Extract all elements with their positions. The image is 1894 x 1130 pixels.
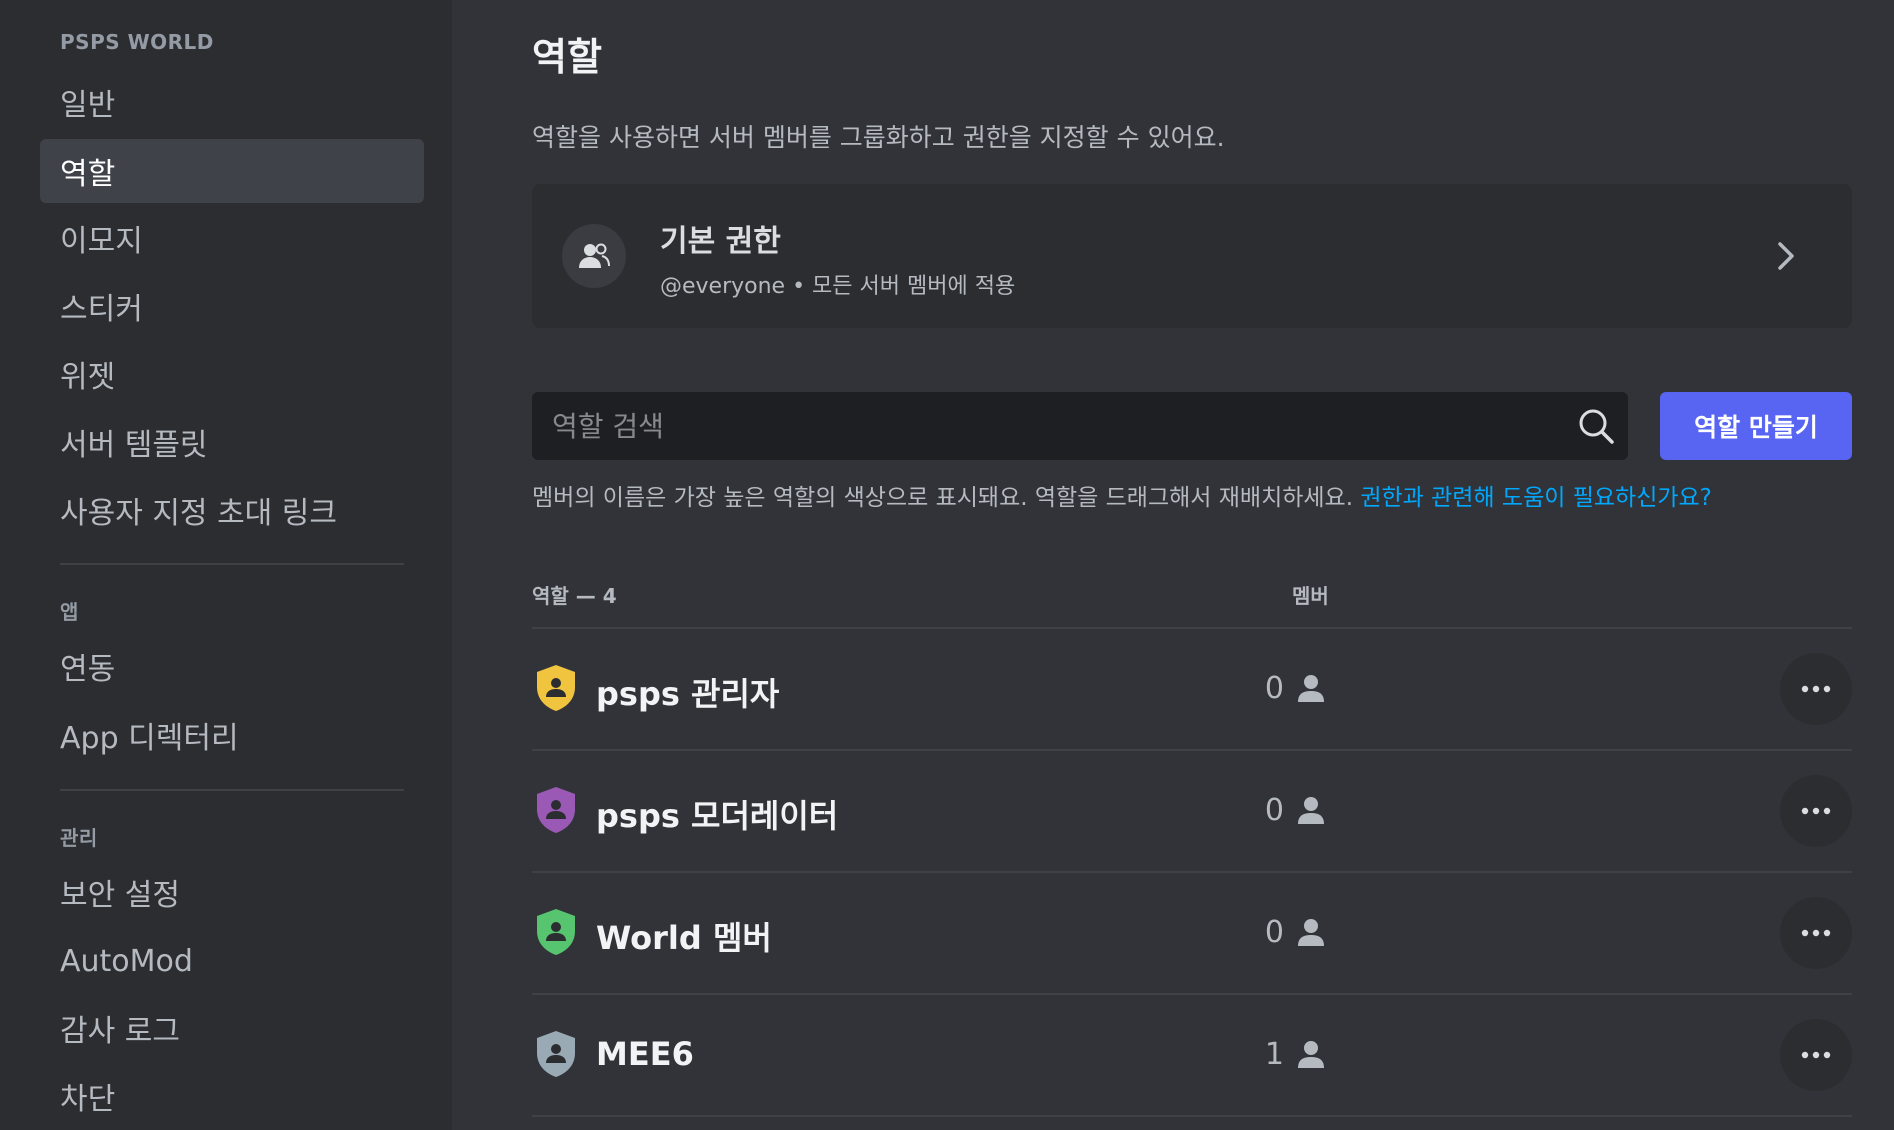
person-icon <box>1296 795 1326 829</box>
more-options-button[interactable] <box>1780 897 1852 969</box>
default-permissions-subtitle: @everyone • 모든 서버 멤버에 적용 <box>660 274 1016 299</box>
roles-hint-text: 멤버의 이름은 가장 높은 역할의 색상으로 표시돼요. 역할을 드래그해서 재… <box>532 485 1361 511</box>
members-column-header: 멤버 <box>1292 584 1329 608</box>
sidebar-item-bans[interactable]: 차단 <box>40 1064 424 1128</box>
sidebar-item-stickers[interactable]: 스티커 <box>40 274 424 338</box>
sidebar-item-security[interactable]: 보안 설정 <box>40 860 424 924</box>
sidebar-item-general[interactable]: 일반 <box>40 70 424 134</box>
table-row[interactable]: World 멤버 0 <box>532 873 1852 993</box>
row-divider <box>532 1115 1852 1117</box>
more-icon <box>1801 685 1831 693</box>
role-member-count: 0 <box>1264 793 1284 828</box>
server-name-header: PSPS WORLD <box>60 30 214 54</box>
create-role-button[interactable]: 역할 만들기 <box>1660 392 1852 460</box>
table-row[interactable]: psps 관리자 0 <box>532 629 1852 749</box>
apps-section-header: 앱 <box>60 600 79 624</box>
roles-hint: 멤버의 이름은 가장 높은 역할의 색상으로 표시돼요. 역할을 드래그해서 재… <box>532 478 1852 512</box>
chevron-right-icon <box>1776 240 1796 276</box>
sidebar-item-server-template[interactable]: 서버 템플릿 <box>40 410 424 474</box>
more-options-button[interactable] <box>1780 653 1852 725</box>
roles-content: 역할 역할을 사용하면 서버 멤버를 그룹화하고 권한을 지정할 수 있어요. … <box>532 0 1852 1130</box>
manage-section-header: 관리 <box>60 826 98 850</box>
person-icon <box>1296 1039 1326 1073</box>
person-icon <box>1296 917 1326 951</box>
role-search-input[interactable] <box>532 392 1628 460</box>
person-icon <box>1296 673 1326 707</box>
role-member-count: 1 <box>1264 1037 1284 1072</box>
users-icon <box>562 224 626 288</box>
sidebar-divider <box>60 789 404 791</box>
more-options-button[interactable] <box>1780 1019 1852 1091</box>
page-description: 역할을 사용하면 서버 멤버를 그룹화하고 권한을 지정할 수 있어요. <box>532 123 1225 152</box>
more-icon <box>1801 807 1831 815</box>
sidebar-item-automod[interactable]: AutoMod <box>40 929 424 993</box>
sidebar-item-widget[interactable]: 위젯 <box>40 342 424 406</box>
table-row[interactable]: MEE6 1 <box>532 995 1852 1115</box>
settings-sidebar: PSPS WORLD 일반 역할 이모지 스티커 위젯 서버 템플릿 사용자 지… <box>0 0 452 1130</box>
table-row[interactable]: psps 모더레이터 0 <box>532 751 1852 871</box>
default-permissions-title: 기본 권한 <box>660 224 781 259</box>
sidebar-item-integrations[interactable]: 연동 <box>40 634 424 698</box>
more-options-button[interactable] <box>1780 775 1852 847</box>
role-member-count: 0 <box>1264 671 1284 706</box>
sidebar-item-custom-invite-link[interactable]: 사용자 지정 초대 링크 <box>40 478 424 542</box>
permissions-help-link[interactable]: 권한과 관련해 도움이 필요하신가요? <box>1360 485 1712 511</box>
roles-column-header: 역할 — 4 <box>532 584 617 608</box>
more-icon <box>1801 929 1831 937</box>
sidebar-divider <box>60 563 404 565</box>
sidebar-item-emoji[interactable]: 이모지 <box>40 206 424 270</box>
page-title: 역할 <box>532 35 602 79</box>
sidebar-item-roles[interactable]: 역할 <box>40 139 424 203</box>
search-icon[interactable] <box>1576 406 1616 450</box>
role-member-count: 0 <box>1264 915 1284 950</box>
sidebar-item-app-directory[interactable]: App 디렉터리 <box>40 703 424 767</box>
default-permissions-card[interactable]: 기본 권한 @everyone • 모든 서버 멤버에 적용 <box>532 184 1852 328</box>
sidebar-item-audit-log[interactable]: 감사 로그 <box>40 996 424 1060</box>
more-icon <box>1801 1051 1831 1059</box>
